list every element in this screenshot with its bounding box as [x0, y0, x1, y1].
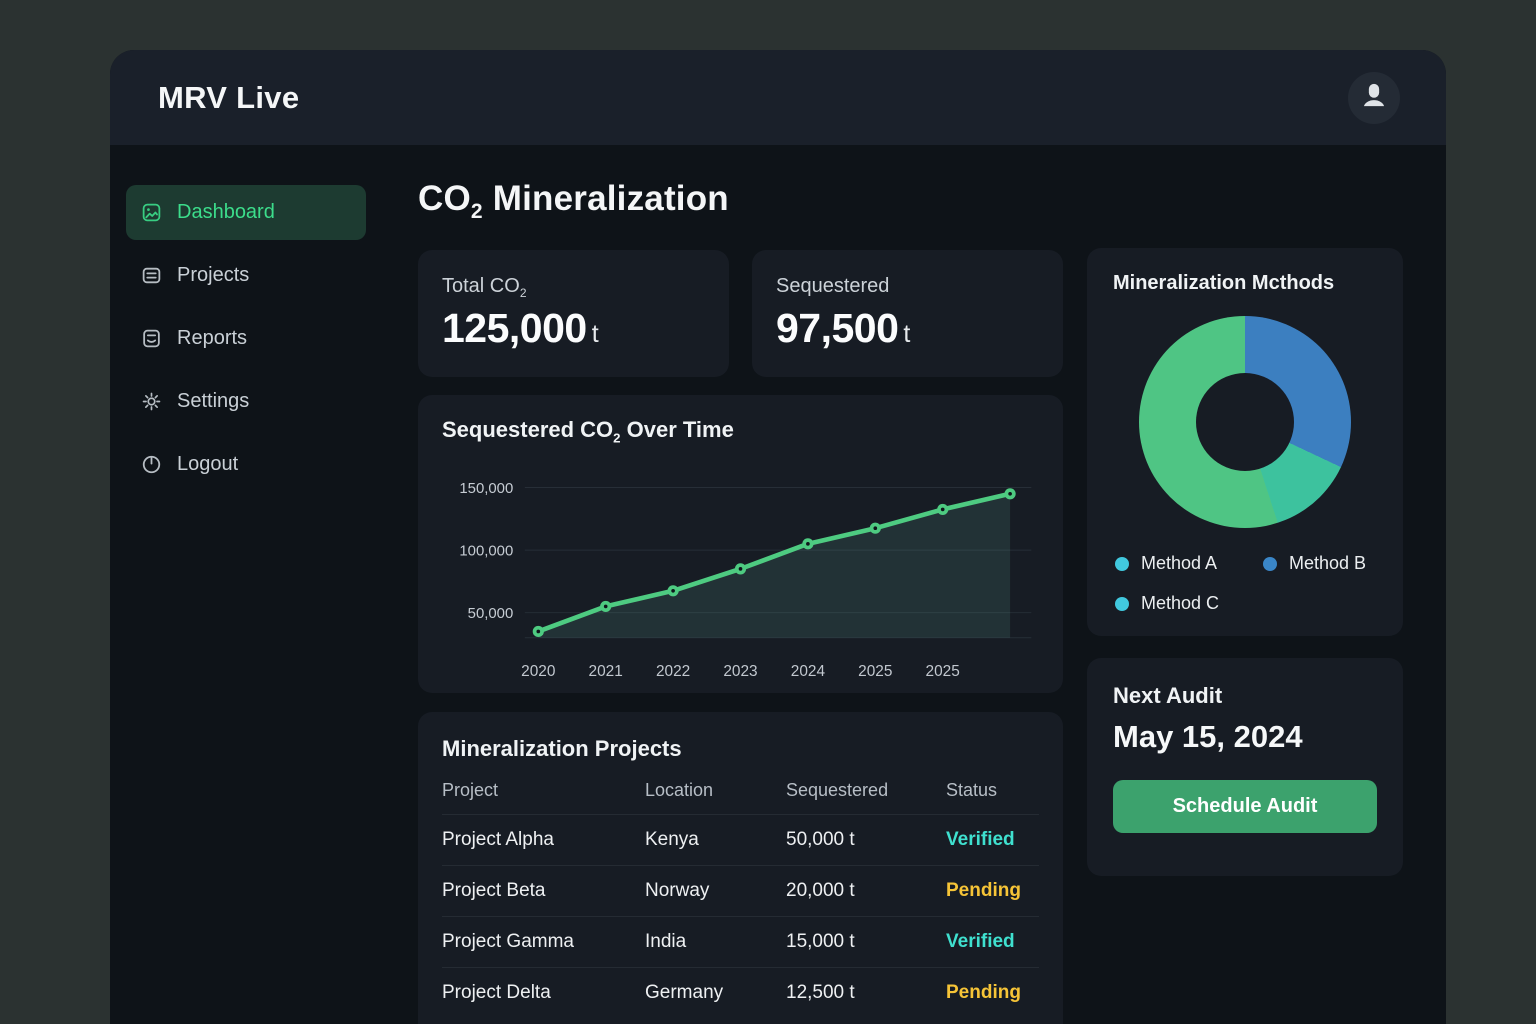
legend-label: Method B: [1289, 553, 1366, 574]
location-cell: Norway: [645, 866, 786, 917]
stat-row: Total CO2 125,000t Sequestered 97,500t: [418, 250, 1063, 377]
column-header: Location: [645, 770, 786, 815]
status-cell: Verified: [946, 815, 1039, 866]
stat-card-sequestered: Sequestered 97,500t: [752, 250, 1063, 377]
project-cell: Project Beta: [442, 866, 645, 917]
reports-icon: [141, 328, 162, 349]
sidebar-item-logout[interactable]: Logout: [126, 437, 366, 492]
column-header: Sequestered: [786, 770, 946, 815]
donut-hole: [1196, 373, 1294, 471]
sidebar-item-label: Projects: [177, 264, 249, 287]
methods-card: Mineralization Mcthods Method A Method B: [1087, 248, 1403, 636]
svg-text:2023: 2023: [723, 664, 757, 681]
legend-label: Method A: [1141, 553, 1217, 574]
line-chart: 50,000 100,000 150,000 2020 2021 2022 2023 2024…: [442, 449, 1039, 692]
svg-text:2020: 2020: [521, 664, 555, 681]
svg-text:50,000: 50,000: [468, 605, 514, 622]
sidebar-item-label: Logout: [177, 453, 238, 476]
legend-dot: [1115, 557, 1129, 571]
projects-table: Project Location Sequestered Status Proj…: [442, 770, 1039, 1018]
legend-dot: [1115, 597, 1129, 611]
stat-value: 125,000t: [442, 305, 705, 352]
svg-text:100,000: 100,000: [459, 543, 513, 560]
sequestered-cell: 50,000 t: [786, 815, 946, 866]
legend-dot: [1263, 557, 1277, 571]
location-cell: Germany: [645, 968, 786, 1019]
legend-item-method-a: Method A: [1115, 553, 1263, 574]
user-icon: [1359, 80, 1389, 115]
legend-label: Method C: [1141, 593, 1219, 614]
projects-icon: [141, 265, 162, 286]
settings-icon: [141, 391, 162, 412]
next-audit-date: May 15, 2024: [1113, 719, 1377, 755]
project-cell: Project Delta: [442, 968, 645, 1019]
svg-text:2022: 2022: [656, 664, 690, 681]
schedule-audit-button[interactable]: Schedule Audit: [1113, 780, 1377, 833]
table-row: Project Gamma India 15,000 t Verified: [442, 917, 1039, 968]
next-audit-title: Next Audit: [1113, 683, 1377, 709]
projects-table-card: Mineralization Projects Project Location…: [418, 712, 1063, 1024]
svg-text:2025: 2025: [926, 664, 960, 681]
svg-text:2025: 2025: [858, 664, 892, 681]
location-cell: Kenya: [645, 815, 786, 866]
column-header: Project: [442, 770, 645, 815]
sidebar-item-projects[interactable]: Projects: [126, 248, 366, 303]
table-row: Project Beta Norway 20,000 t Pending: [442, 866, 1039, 917]
sidebar-item-label: Settings: [177, 390, 249, 413]
next-audit-card: Next Audit May 15, 2024 Schedule Audit: [1087, 658, 1403, 876]
svg-text:150,000: 150,000: [459, 480, 513, 497]
location-cell: India: [645, 917, 786, 968]
table-row: Project Delta Germany 12,500 t Pending: [442, 968, 1039, 1019]
avatar[interactable]: [1348, 72, 1400, 124]
project-cell: Project Alpha: [442, 815, 645, 866]
project-cell: Project Gamma: [442, 917, 645, 968]
sidebar-item-settings[interactable]: Settings: [126, 374, 366, 429]
stat-label: Total CO2: [442, 275, 705, 300]
logout-icon: [141, 454, 162, 475]
stat-card-total-co2: Total CO2 125,000t: [418, 250, 729, 377]
projects-table-title: Mineralization Projects: [442, 736, 1039, 762]
page-title: CO2 Mineralization: [418, 179, 1063, 224]
sidebar-item-dashboard[interactable]: Dashboard: [126, 185, 366, 240]
stat-value: 97,500t: [776, 305, 1039, 352]
app-window: MRV Live Dashboard: [110, 50, 1446, 1024]
dashboard-icon: [141, 202, 162, 223]
status-cell: Pending: [946, 866, 1039, 917]
line-chart-card: Sequestered CO2 Over Time 50,000 100,000 1…: [418, 395, 1063, 693]
legend-item-method-b: Method B: [1263, 553, 1375, 574]
sidebar-item-reports[interactable]: Reports: [126, 311, 366, 366]
sequestered-cell: 12,500 t: [786, 968, 946, 1019]
status-cell: Pending: [946, 968, 1039, 1019]
table-header-row: Project Location Sequestered Status: [442, 770, 1039, 815]
main-content: CO2 Mineralization Total CO2 125,000t Se…: [418, 145, 1446, 1024]
methods-title: Mineralization Mcthods: [1113, 272, 1377, 295]
svg-text:2024: 2024: [791, 664, 826, 681]
column-header: Status: [946, 770, 1039, 815]
table-row: Project Alpha Kenya 50,000 t Verified: [442, 815, 1039, 866]
app-header: MRV Live: [110, 50, 1446, 145]
sequestered-cell: 20,000 t: [786, 866, 946, 917]
donut-legend: Method A Method B Method C: [1113, 553, 1377, 614]
sidebar: Dashboard Projects: [110, 145, 418, 1024]
app-title: MRV Live: [158, 80, 299, 116]
sequestered-cell: 15,000 t: [786, 917, 946, 968]
sidebar-item-label: Dashboard: [177, 201, 275, 224]
legend-item-method-c: Method C: [1115, 593, 1263, 614]
donut-chart: [1139, 316, 1351, 528]
svg-text:2021: 2021: [589, 664, 623, 681]
stat-label: Sequestered: [776, 275, 1039, 300]
sidebar-item-label: Reports: [177, 327, 247, 350]
line-chart-title: Sequestered CO2 Over Time: [442, 417, 1039, 445]
status-cell: Verified: [946, 917, 1039, 968]
